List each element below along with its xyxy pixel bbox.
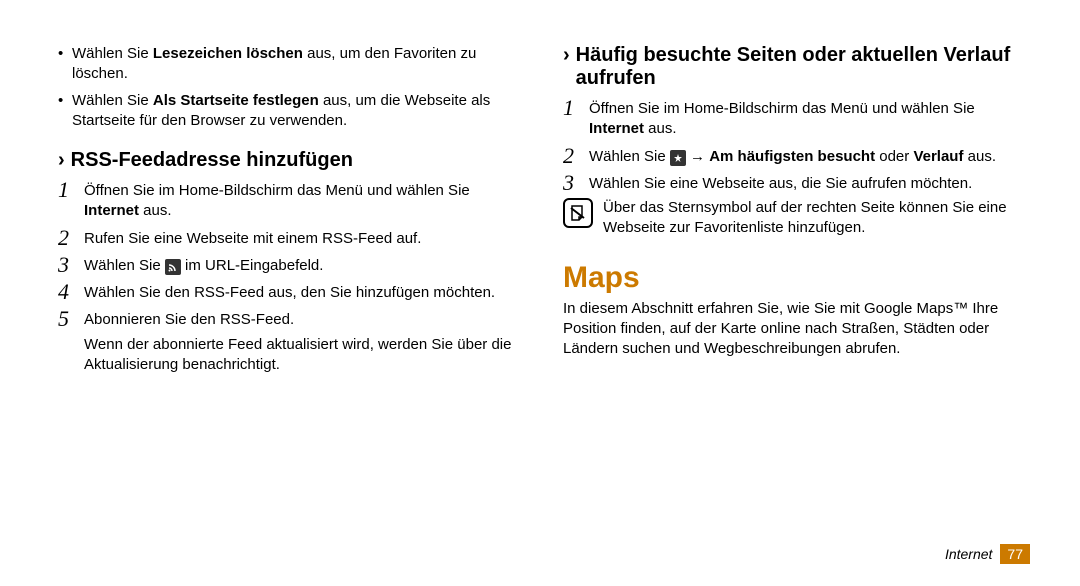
text: Wählen Sie — [589, 148, 670, 165]
text: Öffnen Sie im Home-Bildschirm das Menü u… — [84, 182, 470, 199]
text: → — [686, 148, 709, 165]
section-title: RSS-Feedadresse hinzufügen — [71, 149, 353, 172]
step-body: Wählen Sie den RSS-Feed aus, den Sie hin… — [84, 280, 525, 303]
text: im URL-Eingabefeld. — [181, 257, 324, 274]
note-icon — [563, 198, 593, 228]
bullet-item: • Wählen Sie Als Startseite festlegen au… — [58, 91, 525, 132]
step-number: 3 — [58, 253, 84, 276]
step-number: 2 — [58, 226, 84, 249]
step-1: 1 Öffnen Sie im Home-Bildschirm das Menü… — [563, 96, 1030, 140]
step-body: Rufen Sie eine Webseite mit einem RSS-Fe… — [84, 226, 525, 249]
note-text: Über das Sternsymbol auf der rechten Sei… — [603, 198, 1030, 239]
step-body: Abonnieren Sie den RSS-Feed. Wenn der ab… — [84, 307, 525, 375]
page-columns: • Wählen Sie Lesezeichen löschen aus, um… — [58, 44, 1030, 379]
maps-heading: Maps — [563, 261, 1030, 295]
bold-text: Verlauf — [913, 148, 963, 165]
section-heading-rss: › RSS-Feedadresse hinzufügen — [58, 149, 525, 172]
page-footer: Internet 77 — [945, 544, 1030, 564]
bookmark-icon — [670, 150, 686, 166]
step-4: 4 Wählen Sie den RSS-Feed aus, den Sie h… — [58, 280, 525, 303]
step-3: 3 Wählen Sie im URL-Eingabefeld. — [58, 253, 525, 276]
section-title: Häufig besuchte Seiten oder aktuellen Ve… — [576, 44, 1030, 90]
text: Wählen Sie — [72, 45, 153, 62]
right-column: › Häufig besuchte Seiten oder aktuellen … — [563, 44, 1030, 379]
bullet-text: Wählen Sie Lesezeichen löschen aus, um d… — [72, 44, 525, 85]
step-5: 5 Abonnieren Sie den RSS-Feed. Wenn der … — [58, 307, 525, 375]
text: aus. — [644, 120, 677, 137]
bold-text: Internet — [589, 120, 644, 137]
bullet-item: • Wählen Sie Lesezeichen löschen aus, um… — [58, 44, 525, 85]
text: Wählen Sie — [72, 92, 153, 109]
left-column: • Wählen Sie Lesezeichen löschen aus, um… — [58, 44, 525, 379]
step-body: Öffnen Sie im Home-Bildschirm das Menü u… — [589, 96, 1030, 140]
step-number: 5 — [58, 307, 84, 375]
step-3: 3 Wählen Sie eine Webseite aus, die Sie … — [563, 171, 1030, 194]
step-2: 2 Wählen Sie → Am häufigsten besucht ode… — [563, 144, 1030, 167]
step-2: 2 Rufen Sie eine Webseite mit einem RSS-… — [58, 226, 525, 249]
text: aus. — [139, 202, 172, 219]
text: Abonnieren Sie den RSS-Feed. — [84, 310, 525, 330]
rss-icon — [165, 259, 181, 275]
chevron-icon: › — [58, 149, 65, 172]
step-body: Wählen Sie → Am häufigsten besucht oder … — [589, 144, 1030, 167]
note-block: Über das Sternsymbol auf der rechten Sei… — [563, 198, 1030, 239]
step-number: 1 — [563, 96, 589, 140]
footer-page-number: 77 — [1000, 544, 1030, 564]
footer-section-label: Internet — [945, 546, 992, 562]
text: Wenn der abonnierte Feed aktualisiert wi… — [84, 335, 525, 376]
step-number: 4 — [58, 280, 84, 303]
step-body: Öffnen Sie im Home-Bildschirm das Menü u… — [84, 178, 525, 222]
step-body: Wählen Sie eine Webseite aus, die Sie au… — [589, 171, 1030, 194]
bullet-dot: • — [58, 44, 72, 85]
text: aus. — [963, 148, 996, 165]
step-1: 1 Öffnen Sie im Home-Bildschirm das Menü… — [58, 178, 525, 222]
step-number: 2 — [563, 144, 589, 167]
bold-text: Am häufigsten besucht — [709, 148, 875, 165]
step-number: 1 — [58, 178, 84, 222]
section-heading-history: › Häufig besuchte Seiten oder aktuellen … — [563, 44, 1030, 90]
text: Wählen Sie — [84, 257, 165, 274]
bold-text: Lesezeichen löschen — [153, 45, 303, 62]
maps-body: In diesem Abschnitt erfahren Sie, wie Si… — [563, 299, 1030, 360]
step-body: Wählen Sie im URL-Eingabefeld. — [84, 253, 525, 276]
text: oder — [875, 148, 913, 165]
bullet-dot: • — [58, 91, 72, 132]
chevron-icon: › — [563, 44, 570, 67]
step-number: 3 — [563, 171, 589, 194]
text: Öffnen Sie im Home-Bildschirm das Menü u… — [589, 100, 975, 117]
bold-text: Als Startseite festlegen — [153, 92, 319, 109]
bold-text: Internet — [84, 202, 139, 219]
bullet-text: Wählen Sie Als Startseite festlegen aus,… — [72, 91, 525, 132]
